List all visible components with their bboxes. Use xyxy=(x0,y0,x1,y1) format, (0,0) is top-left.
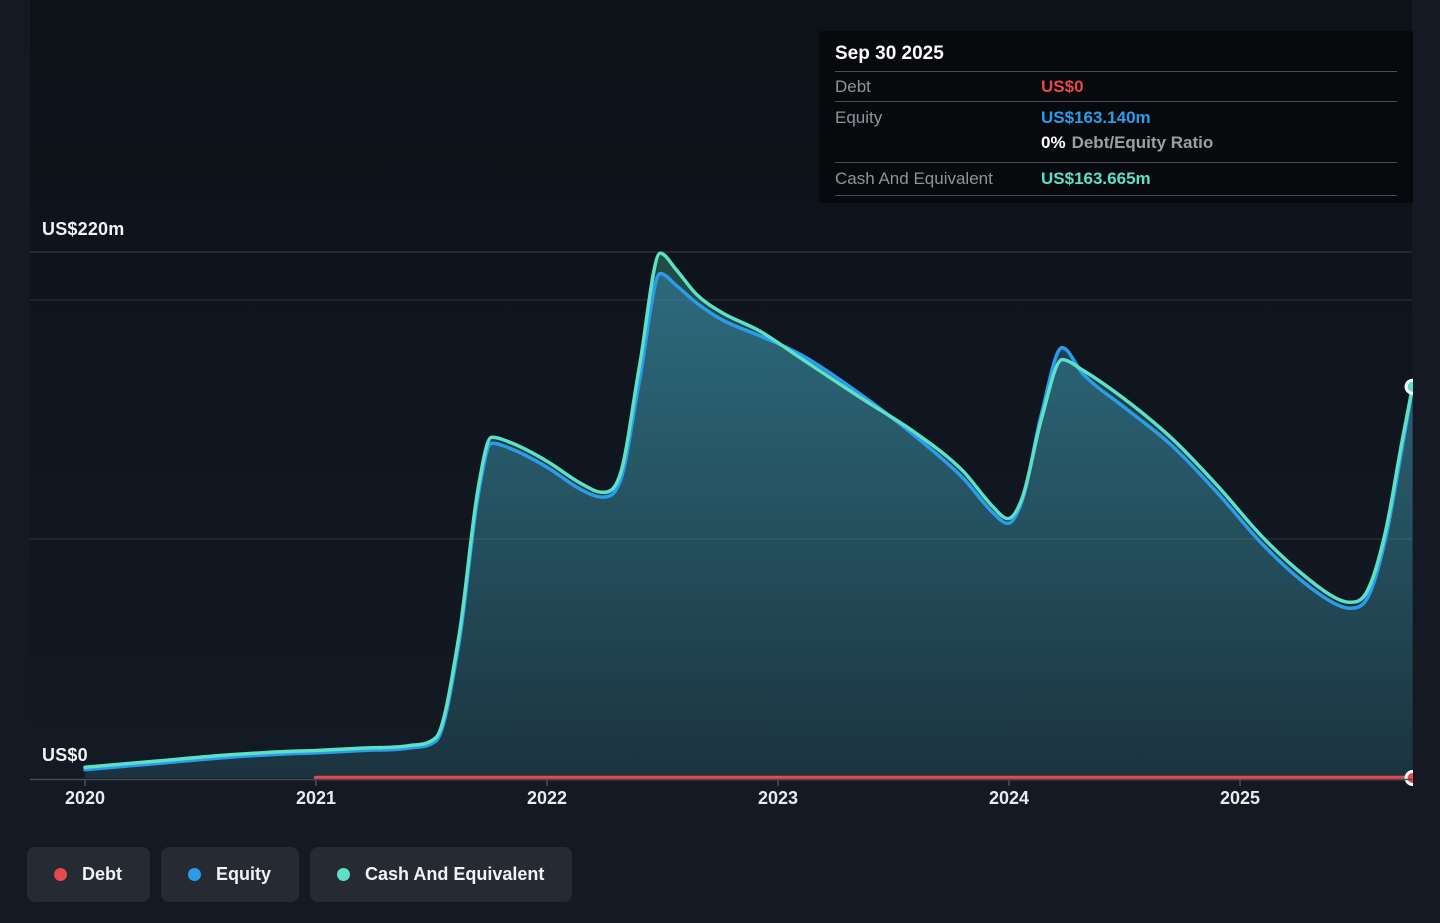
y-axis-label-zero: US$0 xyxy=(42,745,88,766)
x-axis-tick-2025: 2025 xyxy=(1220,788,1260,809)
tooltip-cash-value: US$163.665m xyxy=(1041,169,1151,189)
legend-equity-label: Equity xyxy=(216,864,271,885)
tooltip-cash-row: Cash And Equivalent US$163.665m xyxy=(835,163,1397,196)
legend-cash-label: Cash And Equivalent xyxy=(365,864,544,885)
tooltip-equity-value: US$163.140m xyxy=(1041,108,1151,128)
tooltip-ratio-row: 0% Debt/Equity Ratio xyxy=(835,133,1397,163)
tooltip-equity-label: Equity xyxy=(835,108,1041,128)
tooltip-debt-label: Debt xyxy=(835,77,1041,97)
debt-dot-icon xyxy=(54,868,67,881)
legend-item-debt[interactable]: Debt xyxy=(27,847,150,902)
tooltip-debt-row: Debt US$0 xyxy=(835,72,1397,102)
cash-dot-icon xyxy=(337,868,350,881)
x-axis-tick-2024: 2024 xyxy=(989,788,1029,809)
x-axis-tick-2020: 2020 xyxy=(65,788,105,809)
cash-and-equivalent-end-dot xyxy=(1408,382,1418,392)
debt-equity-history-chart: US$220m US$0 2020 2021 2022 2023 2024 20… xyxy=(0,0,1440,923)
x-axis-tick-2021: 2021 xyxy=(296,788,336,809)
debt-end-dot xyxy=(1408,773,1418,783)
x-axis-tick-2022: 2022 xyxy=(527,788,567,809)
equity-dot-icon xyxy=(188,868,201,881)
x-axis-tick-2023: 2023 xyxy=(758,788,798,809)
y-axis-label-max: US$220m xyxy=(42,219,124,240)
legend-item-equity[interactable]: Equity xyxy=(161,847,299,902)
tooltip-date: Sep 30 2025 xyxy=(835,31,1397,72)
legend-item-cash[interactable]: Cash And Equivalent xyxy=(310,847,572,902)
tooltip-ratio-value: 0% xyxy=(1041,133,1066,152)
legend-debt-label: Debt xyxy=(82,864,122,885)
tooltip-equity-row: Equity US$163.140m xyxy=(835,102,1397,133)
chart-tooltip: Sep 30 2025 Debt US$0 Equity US$163.140m… xyxy=(819,31,1413,203)
tooltip-debt-value: US$0 xyxy=(1041,77,1084,97)
tooltip-cash-label: Cash And Equivalent xyxy=(835,169,1041,189)
chart-legend: Debt Equity Cash And Equivalent xyxy=(27,847,572,902)
tooltip-ratio-label: Debt/Equity Ratio xyxy=(1072,133,1214,152)
